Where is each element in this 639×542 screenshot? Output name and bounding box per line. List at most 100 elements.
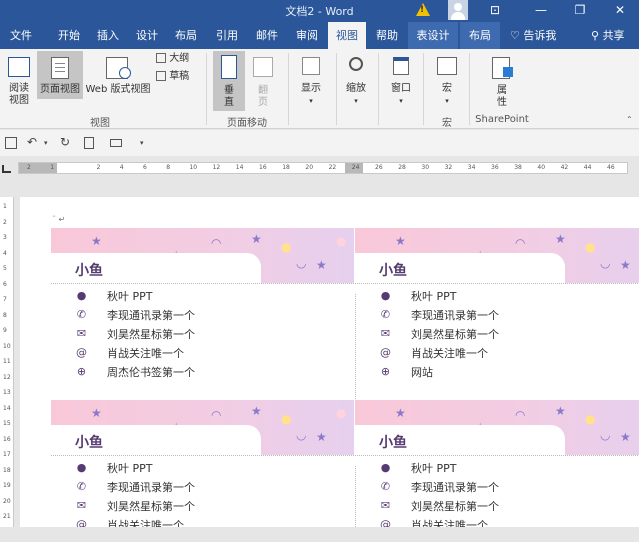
ribbon: 阅读 视图 页面视图 Web 版式视图 大纲 草稿 视图 垂 直 翻 页 页面移… bbox=[0, 49, 639, 129]
properties-button[interactable]: 属 性 bbox=[485, 51, 519, 111]
tab-view[interactable]: 视图 bbox=[328, 22, 366, 49]
card-row[interactable]: ⊕ 周杰伦书签第一个 bbox=[75, 362, 354, 381]
save-icon[interactable] bbox=[5, 137, 17, 149]
tab-table-layout[interactable]: 布局 bbox=[460, 22, 500, 49]
phone-icon: ✆ bbox=[76, 308, 87, 321]
web-layout-button[interactable]: Web 版式视图 bbox=[84, 51, 152, 99]
vertical-button[interactable]: 垂 直 bbox=[213, 51, 245, 111]
tab-review[interactable]: 审阅 bbox=[288, 22, 326, 49]
ruler-number: 12 bbox=[212, 164, 221, 171]
business-card[interactable]: ★★★★●●◠◡●小鱼●秋叶 PPT✆李现通讯录第一个✉刘昊然星标第一个@肖战关… bbox=[355, 228, 639, 400]
card-row[interactable]: ✉ 刘昊然星标第一个 bbox=[379, 324, 639, 343]
document-page[interactable]: ¨ ↵ ★ ★ ★ ★ ● ● ◠ ◡ ● 小鱼 ● 秋叶 PPT ✆ 李现通讯录第一个 ✉ 刘昊然星标第一个… bbox=[20, 197, 639, 527]
macros-chevron-down-icon: ▾ bbox=[445, 97, 449, 105]
tab-mailings[interactable]: 邮件 bbox=[248, 22, 286, 49]
card-row[interactable]: ✆ 李现通讯录第一个 bbox=[75, 305, 354, 324]
card-row-text: 刘昊然星标第一个 bbox=[411, 328, 499, 341]
card-row[interactable]: ✉ 刘昊然星标第一个 bbox=[379, 496, 639, 515]
mail-icon: ✉ bbox=[76, 327, 87, 340]
card-row[interactable]: @ 肖战关注唯一个 bbox=[75, 515, 354, 527]
paragraph-mark: ¨ ↵ bbox=[52, 215, 66, 224]
outline-button[interactable]: 大纲 bbox=[156, 53, 200, 67]
card-divider bbox=[51, 283, 354, 284]
card-row[interactable]: ● 秋叶 PPT bbox=[379, 286, 639, 305]
undo-icon[interactable]: ↶ bbox=[27, 135, 37, 149]
card-decoration: ◡ bbox=[296, 256, 307, 270]
card-row[interactable]: ● 秋叶 PPT bbox=[75, 458, 354, 477]
vertical-ruler[interactable]: 1 2 3 4 5 6 7 8 9 10 11 12 13 14 15 16 17 18 19 20 21 bbox=[0, 197, 14, 527]
show-chevron-down-icon: ▾ bbox=[309, 97, 313, 105]
card-decoration: ★ bbox=[395, 234, 406, 248]
show-button[interactable]: 显示 ▾ bbox=[293, 51, 329, 107]
collapse-ribbon-icon[interactable]: ⌃ bbox=[626, 115, 633, 124]
vertical-label-2: 直 bbox=[224, 97, 234, 108]
tab-selector-icon[interactable] bbox=[2, 165, 11, 173]
card-decoration: ★ bbox=[555, 232, 566, 246]
warning-mark: ! bbox=[420, 5, 425, 15]
read-mode-button[interactable]: 阅读 视图 bbox=[2, 51, 36, 111]
draft-button[interactable]: 草稿 bbox=[156, 71, 200, 85]
print-layout-button[interactable]: 页面视图 bbox=[37, 51, 83, 99]
tab-references[interactable]: 引用 bbox=[208, 22, 246, 49]
card-row-text: 李现通讯录第一个 bbox=[107, 481, 195, 494]
card-row[interactable]: ● 秋叶 PPT bbox=[379, 458, 639, 477]
card-row-text: 刘昊然星标第一个 bbox=[107, 328, 195, 341]
window-button[interactable]: 窗口 ▾ bbox=[385, 51, 417, 107]
tab-table-design[interactable]: 表设计 bbox=[408, 22, 458, 49]
side-to-side-button[interactable]: 翻 页 bbox=[247, 51, 279, 111]
card-row[interactable]: @ 肖战关注唯一个 bbox=[379, 515, 639, 527]
card-row[interactable]: ✆ 李现通讯录第一个 bbox=[379, 477, 639, 496]
ruler-scale[interactable]: 2 1 2 4 6 8 10 12 14 16 18 20 22 24 26 28 30 32 34 36 38 40 42… bbox=[18, 162, 628, 174]
tell-me-search[interactable]: ♡ 告诉我 bbox=[510, 22, 556, 49]
card-row[interactable]: ✉ 刘昊然星标第一个 bbox=[75, 496, 354, 515]
page-movement-group-label: 页面移动 bbox=[227, 118, 267, 129]
minimize-button[interactable]: — bbox=[524, 0, 558, 22]
tab-home[interactable]: 开始 bbox=[50, 22, 88, 49]
card-name: 小鱼 bbox=[75, 435, 103, 451]
card-row-text: 刘昊然星标第一个 bbox=[411, 500, 499, 513]
format-painter-icon[interactable] bbox=[84, 137, 94, 149]
card-decoration: ◠ bbox=[211, 408, 222, 422]
business-card[interactable]: ★★★★●●◠◡●小鱼●秋叶 PPT✆李现通讯录第一个✉刘昊然星标第一个@肖战关… bbox=[355, 400, 639, 527]
card-row[interactable]: @ 肖战关注唯一个 bbox=[75, 343, 354, 362]
ruler-number: 22 bbox=[328, 164, 337, 171]
at-icon: @ bbox=[76, 346, 87, 359]
tab-file[interactable]: 文件 bbox=[2, 22, 40, 49]
ribbon-display-options-button[interactable]: ⊡ bbox=[478, 0, 512, 22]
tab-help[interactable]: 帮助 bbox=[368, 22, 406, 49]
restore-button[interactable]: ❐ bbox=[563, 0, 597, 22]
card-row[interactable]: @ 肖战关注唯一个 bbox=[379, 343, 639, 362]
zoom-button[interactable]: 缩放 ▾ bbox=[340, 51, 372, 107]
vruler-number: 8 bbox=[3, 311, 7, 319]
business-card[interactable]: ★★★★●●◠◡●小鱼●秋叶 PPT✆李现通讯录第一个✉刘昊然星标第一个@肖战关… bbox=[51, 228, 354, 400]
user-avatar-icon[interactable] bbox=[448, 0, 468, 20]
print-preview-icon[interactable] bbox=[110, 139, 122, 147]
share-button[interactable]: ⚲ 共享 bbox=[591, 22, 625, 49]
tab-insert[interactable]: 插入 bbox=[89, 22, 127, 49]
card-row[interactable]: ✉ 刘昊然星标第一个 bbox=[75, 324, 354, 343]
location-icon: ● bbox=[76, 461, 87, 474]
card-row[interactable]: ⊕ 网站 bbox=[379, 362, 639, 381]
customize-qat-icon[interactable]: ▾ bbox=[140, 139, 144, 147]
tab-design[interactable]: 设计 bbox=[128, 22, 166, 49]
ruler-number: 4 bbox=[119, 164, 124, 171]
business-card[interactable]: ★★★★●●◠◡●小鱼●秋叶 PPT✆李现通讯录第一个✉刘昊然星标第一个@肖战关… bbox=[51, 400, 354, 527]
redo-icon[interactable]: ↻ bbox=[60, 135, 70, 149]
ruler-number: 1 bbox=[50, 164, 55, 171]
tab-layout[interactable]: 布局 bbox=[167, 22, 205, 49]
card-decoration: ★ bbox=[395, 406, 406, 420]
ruler-number: 2 bbox=[27, 164, 31, 171]
vruler-number: 14 bbox=[3, 404, 11, 412]
undo-dropdown-icon[interactable]: ▾ bbox=[44, 139, 48, 147]
card-row-text: 秋叶 PPT bbox=[107, 290, 153, 303]
vruler-number: 13 bbox=[3, 389, 11, 396]
card-row[interactable]: ● 秋叶 PPT bbox=[75, 286, 354, 305]
close-button[interactable]: ✕ bbox=[603, 0, 637, 22]
macros-button[interactable]: 宏 ▾ bbox=[430, 51, 464, 107]
card-row[interactable]: ✆ 李现通讯录第一个 bbox=[75, 477, 354, 496]
card-row-text: 刘昊然星标第一个 bbox=[107, 500, 195, 513]
side-to-side-icon bbox=[253, 57, 273, 77]
vruler-number: 20 bbox=[3, 497, 11, 505]
vertical-label-1: 垂 bbox=[224, 85, 234, 96]
card-row[interactable]: ✆ 李现通讯录第一个 bbox=[379, 305, 639, 324]
